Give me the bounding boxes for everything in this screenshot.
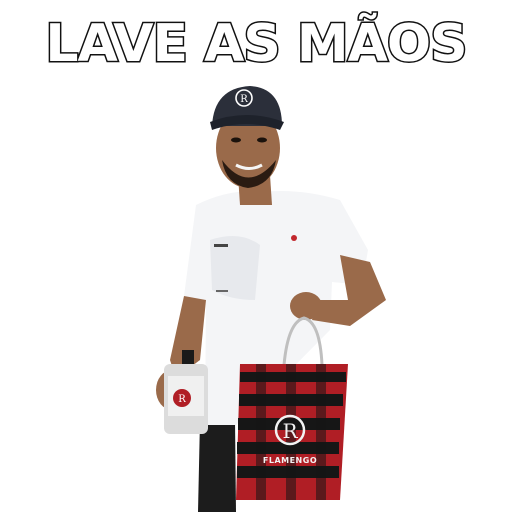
sanitizer-bottle: R (164, 350, 208, 434)
bag-label: FLAMENGO (262, 456, 318, 465)
svg-text:R: R (240, 94, 248, 105)
man-figure: R R R (156, 86, 386, 512)
svg-text:R: R (282, 419, 298, 443)
shorts (198, 420, 236, 512)
svg-text:R: R (178, 394, 186, 405)
shopping-bag: R (236, 364, 348, 500)
shirt-logo (291, 235, 297, 241)
